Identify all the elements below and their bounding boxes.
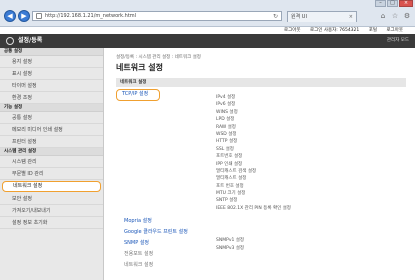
dedicated-port-link[interactable]: 전용포트 설정 [124, 249, 188, 260]
list-item: WINS 설정 [216, 109, 238, 115]
sidebar-item-timer[interactable]: 타이머 설정 [0, 80, 103, 92]
sidebar-item-display[interactable]: 표시 설정 [0, 68, 103, 80]
sidebar-heading: 시스템 관리 설정 [0, 148, 103, 156]
maximize-button[interactable]: □ [387, 0, 398, 7]
browser-tab[interactable]: 원격 UI × [287, 11, 357, 22]
list-item: SSL 설정 [216, 146, 234, 152]
window-controls: – □ × [375, 0, 413, 7]
settings-logo-icon [6, 37, 14, 45]
sidebar-item-security[interactable]: 보안 설정 [0, 193, 103, 205]
home-icon[interactable]: ⌂ [379, 12, 387, 20]
list-item: WSD 설정 [216, 131, 237, 137]
forward-button[interactable]: ▶ [18, 10, 30, 22]
sidebar-item-reset[interactable]: 설정 정보 초기화 [0, 217, 103, 229]
list-item: 포트번호 설정 [216, 154, 243, 160]
list-item: IPv4 설정 [216, 95, 236, 100]
portal-link[interactable]: 포털 [369, 28, 377, 33]
list-item: IPP 인쇄 설정 [216, 161, 243, 167]
list-item: SNTP 설정 [216, 198, 238, 204]
list-item: 멀티캐스트 검색 설정 [216, 168, 257, 174]
sidebar-item-network[interactable]: 네트워크 설정 [2, 181, 101, 192]
list-item: LPD 설정 [216, 117, 235, 123]
snmp-settings-link[interactable]: SNMP 설정 [124, 238, 188, 249]
title-bar: 설정/등록 관리자 모드 [0, 34, 415, 48]
back-button[interactable]: ◀ [4, 10, 16, 22]
sidebar-item-system[interactable]: 시스템 관리 [0, 156, 103, 168]
tab-label: 원격 UI [291, 14, 307, 20]
refresh-icon[interactable]: ↻ [273, 13, 278, 20]
list-item: RAW 설정 [216, 124, 236, 130]
address-bar[interactable]: http://192.168.1.21/m_network.html ↻ [32, 11, 282, 21]
page-title: 네트워크 설정 [116, 63, 163, 72]
mopria-settings-link[interactable]: Mopria 설정 [124, 216, 188, 227]
list-item: SNMPv1 설정 [216, 238, 245, 243]
sidebar: 공통 설정 용지 설정 표시 설정 타이머 설정 환경 조정 기능 설정 공통 … [0, 48, 104, 280]
minimize-button[interactable]: – [375, 0, 386, 7]
list-item: SNMPv3 설정 [216, 246, 245, 251]
gear-icon[interactable]: ⚙ [403, 12, 411, 20]
settings-links: Mopria 설정 Google 클라우드 프린트 설정 SNMP 설정 전용포… [124, 216, 188, 271]
google-cloud-print-link[interactable]: Google 클라우드 프린트 설정 [124, 227, 188, 238]
url-text: http://192.168.1.21/m_network.html [45, 13, 137, 19]
mode-label: 관리자 모드 [386, 38, 409, 43]
list-item: MTU 크기 설정 [216, 191, 246, 197]
snmp-subitems: SNMPv1 설정 SNMPv3 설정 [216, 237, 244, 253]
tab-close-icon[interactable]: × [349, 12, 353, 22]
sidebar-item-printer[interactable]: 프린터 설정 [0, 136, 103, 148]
sidebar-item-import-export[interactable]: 가져오기/내보내기 [0, 205, 103, 217]
user-bar: 로그아웃 로그인 사용자: 7654321 포털 로그아웃 [0, 27, 415, 34]
tcpip-settings-link[interactable]: TCP/IP 설정 [116, 89, 160, 101]
list-item: IEEE 802.1X 관리 PIN 등록 확인 설정 [216, 205, 291, 211]
list-item: HTTP 설정 [216, 139, 238, 145]
sidebar-heading: 기능 설정 [0, 104, 103, 112]
logout-link-2[interactable]: 로그아웃 [386, 28, 403, 33]
tcpip-subitems: IPv4 설정 IPv6 설정 WINS 설정 LPD 설정 RAW 설정 WS… [216, 94, 291, 212]
star-icon[interactable]: ☆ [391, 12, 399, 20]
list-item: IPv6 설정 [216, 102, 236, 108]
list-item: 포트 번호 설정 [216, 183, 244, 189]
sidebar-item-common[interactable]: 공통 설정 [0, 112, 103, 124]
browser-chrome: – □ × ◀ ▶ http://192.168.1.21/m_network.… [0, 0, 415, 27]
login-user-text: 로그인 사용자: 7654321 [310, 28, 360, 33]
sidebar-item-paper[interactable]: 용지 설정 [0, 56, 103, 68]
section-header: 네트워크 설정 [116, 78, 406, 87]
sidebar-item-memory-media[interactable]: 메모리 미디어 인쇄 설정 [0, 124, 103, 136]
sidebar-item-environment[interactable]: 환경 조정 [0, 92, 103, 104]
close-window-button[interactable]: × [399, 0, 413, 7]
list-item: 멀티캐스트 설정 [216, 176, 247, 182]
network-settings-link[interactable]: 네트워크 설정 [124, 260, 188, 271]
breadcrumb: 설정/등록 : 시스템 관리 설정 : 네트워크 설정 [116, 55, 201, 60]
logout-link[interactable]: 로그아웃 [284, 28, 301, 33]
sidebar-item-department-id[interactable]: 부문별 ID 관리 [0, 168, 103, 180]
app-title: 설정/등록 [18, 37, 43, 44]
page-icon [36, 13, 42, 19]
sidebar-heading: 공통 설정 [0, 48, 103, 56]
